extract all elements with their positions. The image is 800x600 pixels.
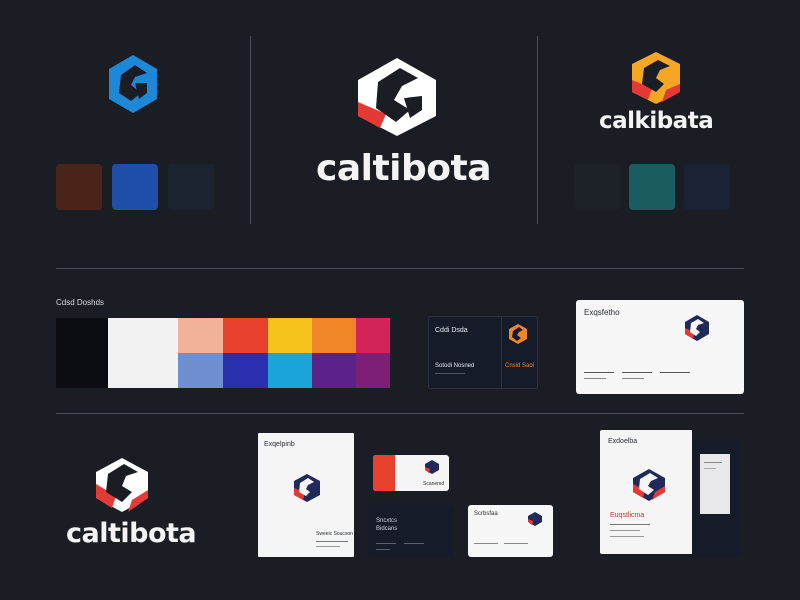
brochure-line-1 — [316, 541, 348, 542]
small-card-red-logo-icon — [425, 460, 439, 474]
logo-mark-bottom-icon — [96, 458, 148, 512]
palette-top-3 — [178, 318, 223, 353]
book-line-2 — [610, 530, 640, 531]
book-inner-line-2 — [704, 468, 716, 469]
dark-card-subtitle: Sotodi Nosned — [435, 363, 475, 369]
brochure-footer: Sweeic Soucson — [316, 531, 353, 537]
letterhead-line-4 — [584, 378, 606, 379]
divider-horizontal-bottom — [56, 413, 744, 414]
small-card-white-line-1 — [474, 543, 498, 544]
small-card-white-text: Scrbsfaa — [474, 511, 498, 517]
letterhead-line-1 — [584, 372, 614, 373]
dark-card-right-text: Cnsid Saoi — [505, 363, 535, 369]
logo-mark-large-icon — [358, 58, 436, 136]
book-subtitle: Euqstlicma — [610, 512, 645, 519]
palette-top-2 — [108, 318, 178, 353]
small-card-white: Scrbsfaa — [468, 505, 553, 557]
logo-mark-blue-icon — [109, 55, 157, 113]
small-card-red-band — [373, 455, 395, 491]
brochure-line-2 — [316, 546, 340, 547]
book-inner-page — [700, 454, 730, 514]
small-card-dark: Sncxtcs Bidcans — [368, 505, 454, 557]
brochure-page: Exqelpinb Sweeic Soucson — [258, 433, 354, 557]
palette-top-4 — [223, 318, 268, 353]
divider-horizontal-top — [56, 268, 744, 269]
palette-top-1 — [56, 318, 108, 353]
brochure-logo-icon — [294, 474, 320, 502]
palette-bottom-7 — [356, 353, 390, 388]
book-line-3 — [610, 536, 644, 537]
palette-bottom-2 — [108, 353, 178, 388]
small-card-red-text: Scanemd — [423, 481, 445, 487]
color-palette — [56, 318, 390, 388]
brochure-title: Exqelpinb — [264, 441, 295, 448]
swatch-right-1 — [574, 164, 620, 210]
dark-card-title: Cddi Dsda — [435, 327, 468, 334]
book-title: Exdoelba — [608, 438, 638, 445]
wordmark-right: calkibata — [599, 108, 714, 134]
palette-bottom-1 — [56, 353, 108, 388]
swatch-left-2 — [112, 164, 158, 210]
book-front-page: Exdoelba Euqstlicma — [600, 430, 692, 554]
dark-card-line — [435, 373, 465, 374]
letterhead-line-5 — [622, 378, 644, 379]
palette-top-6 — [312, 318, 356, 353]
book-back-cover — [686, 440, 740, 557]
logo-mark-orange-icon — [632, 52, 680, 104]
book-logo-icon — [633, 469, 665, 501]
palette-top-7 — [356, 318, 390, 353]
small-card-red: Scanemd — [373, 455, 449, 491]
small-card-dark-text: Sncxtcs Bidcans — [376, 518, 398, 532]
palette-label: Cdsd Doshds — [56, 298, 105, 307]
swatch-left-1 — [56, 164, 102, 210]
small-card-dark-line-3 — [376, 549, 390, 550]
palette-bottom-5 — [268, 353, 312, 388]
dark-card: Cddi Dsda Sotodi Nosned Cnsid Saoi — [428, 316, 538, 389]
swatch-right-3 — [684, 164, 730, 210]
wordmark-large: caltibota — [316, 148, 492, 189]
book-line-1 — [610, 524, 650, 525]
letterhead-title: Exqsfetho — [584, 308, 620, 317]
letterhead-line-2 — [622, 372, 652, 373]
palette-top-5 — [268, 318, 312, 353]
small-card-dark-line-2 — [404, 543, 424, 544]
palette-bottom-3 — [178, 353, 223, 388]
swatch-right-2 — [629, 164, 675, 210]
letterhead-line-3 — [660, 372, 690, 373]
letterhead-logo-icon — [685, 315, 709, 341]
wordmark-bottom: caltibota — [66, 518, 197, 549]
dark-card-divider — [501, 317, 502, 388]
small-card-white-line-2 — [504, 543, 528, 544]
small-card-white-logo-icon — [528, 512, 542, 526]
divider-vertical-left — [250, 36, 251, 224]
small-card-dark-line-1 — [376, 543, 396, 544]
divider-vertical-right — [537, 36, 538, 224]
letterhead-wide: Exqsfetho — [576, 300, 744, 394]
palette-bottom-4 — [223, 353, 268, 388]
palette-bottom-6 — [312, 353, 356, 388]
book-inner-line-1 — [704, 462, 722, 463]
swatch-left-3 — [168, 164, 214, 210]
dark-card-logo-icon — [509, 324, 527, 344]
